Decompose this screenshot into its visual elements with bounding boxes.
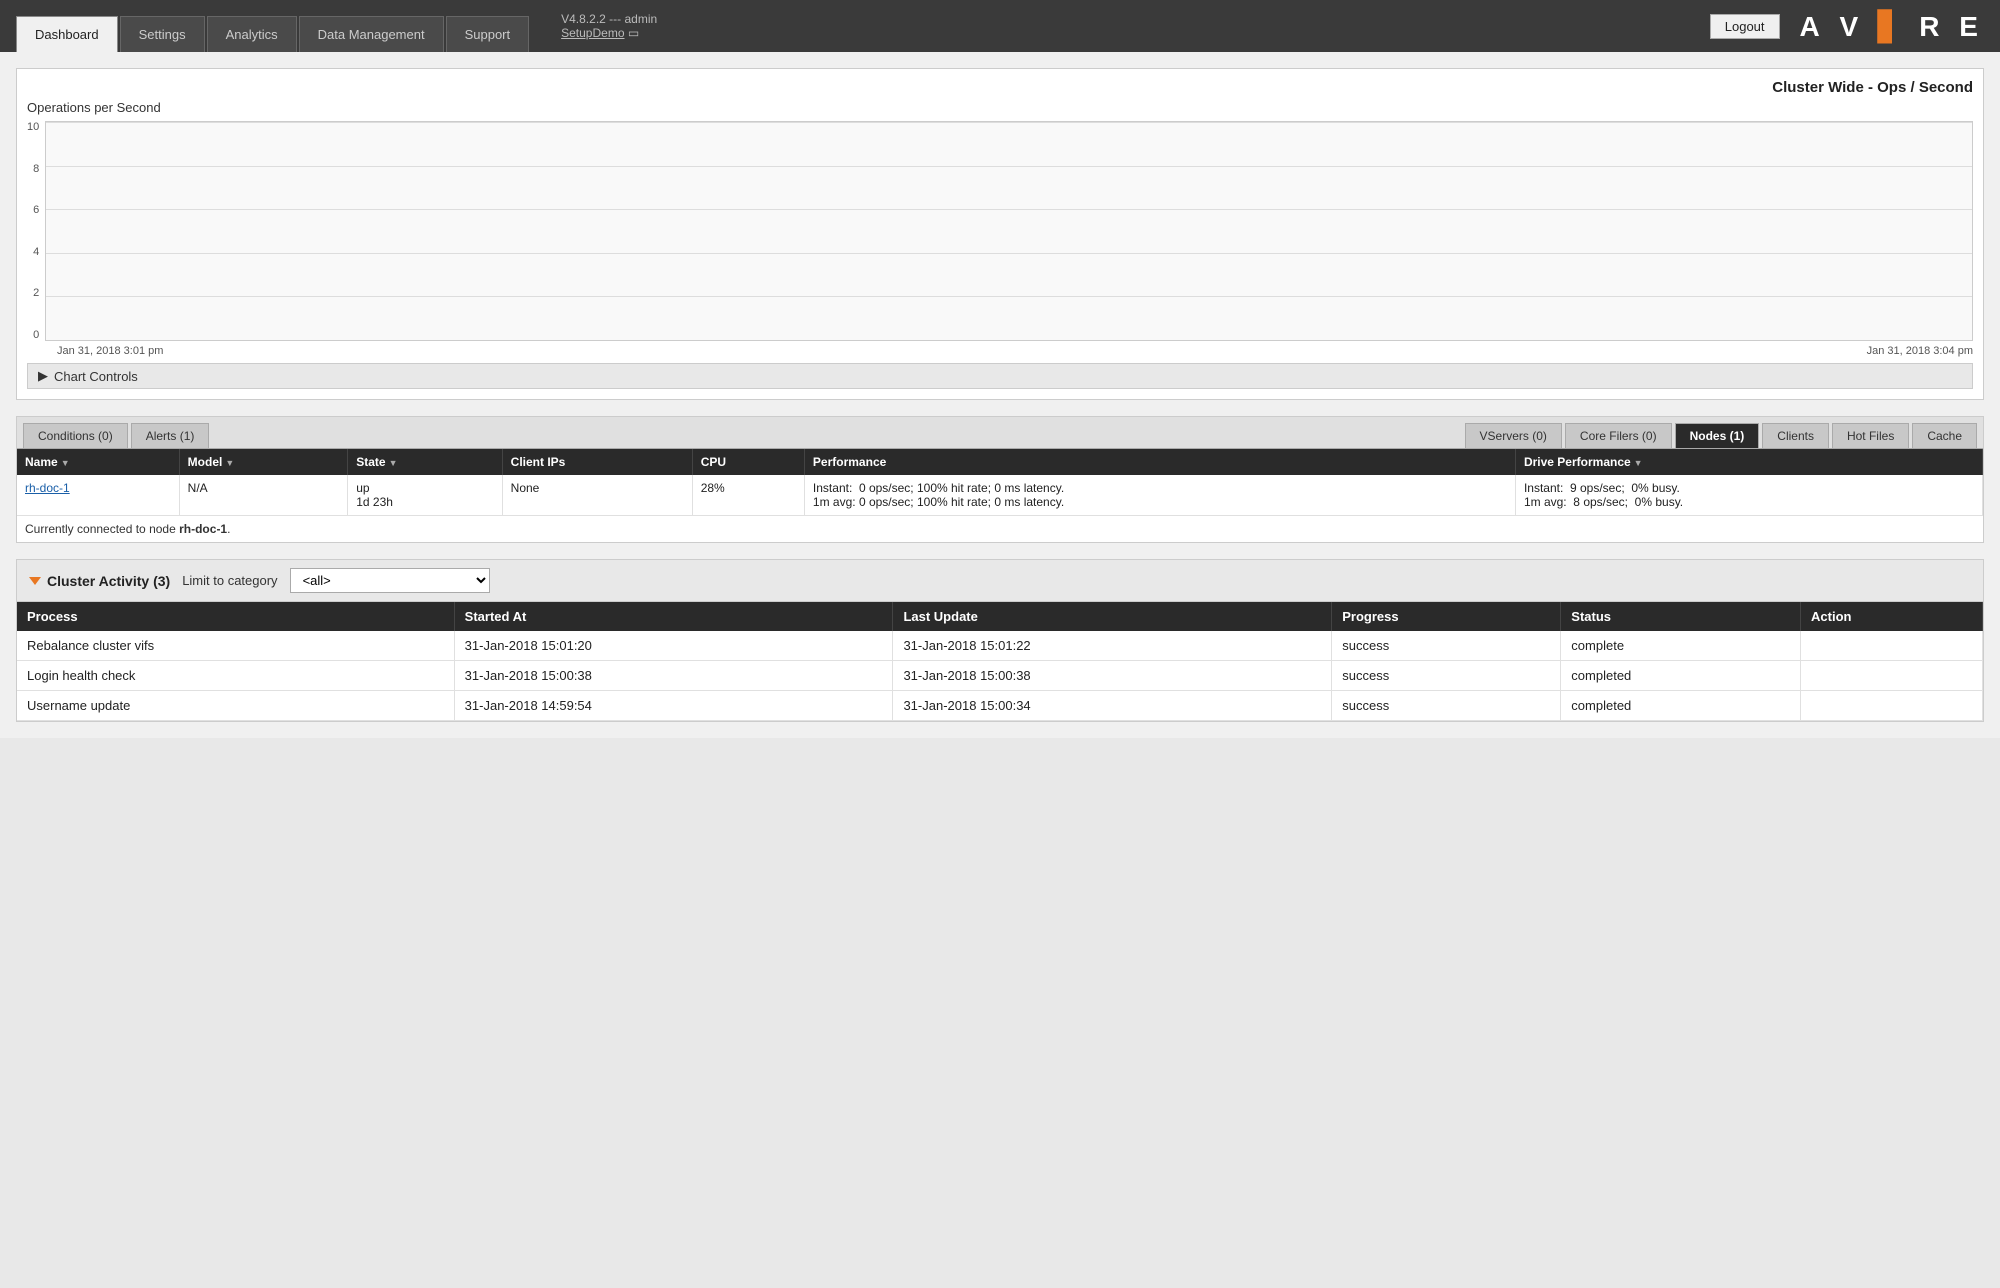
chart-controls-label: Chart Controls [54,369,138,384]
cell-drive-performance: Instant: 9 ops/sec; 0% busy.1m avg: 8 op… [1515,475,1982,516]
version-info: V4.8.2.2 --- admin SetupDemo ▭ [561,12,657,40]
activity-process-1: Rebalance cluster vifs [17,631,454,661]
activity-table: Process Started At Last Update Progress … [17,602,1983,721]
activity-row-2: Login health check 31-Jan-2018 15:00:38 … [17,661,1983,691]
chart-area [45,121,1973,341]
activity-header: Cluster Activity (3) Limit to category <… [17,560,1983,602]
cell-cpu: 28% [692,475,804,516]
activity-progress-1: success [1332,631,1561,661]
activity-progress-2: success [1332,661,1561,691]
activity-updated-2: 31-Jan-2018 15:00:38 [893,661,1332,691]
chart-controls-triangle: ▶ [38,368,48,384]
connected-node: rh-doc-1 [179,522,227,536]
x-label-end: Jan 31, 2018 3:04 pm [1867,345,1973,357]
chart-wide-title: Cluster Wide - Ops / Second [27,79,1973,96]
header: Dashboard Settings Analytics Data Manage… [0,0,2000,52]
activity-action-1 [1801,631,1983,661]
chart-container: 10 8 6 4 2 0 [27,121,1973,341]
y-label-10: 10 [27,121,39,133]
activity-process-2: Login health check [17,661,454,691]
logout-button[interactable]: Logout [1710,14,1780,39]
tab-support[interactable]: Support [446,16,530,52]
activity-section: Cluster Activity (3) Limit to category <… [16,559,1984,722]
activity-process-3: Username update [17,691,454,721]
y-label-4: 4 [33,246,39,258]
activity-started-2: 31-Jan-2018 15:00:38 [454,661,893,691]
nodes-table: Name▼ Model▼ State▼ Client IPs CPU Perfo… [17,449,1983,516]
connected-message: Currently connected to node rh-doc-1. [17,516,1983,542]
tab-settings[interactable]: Settings [120,16,205,52]
chart-controls[interactable]: ▶ Chart Controls [27,363,1973,389]
y-label-2: 2 [33,287,39,299]
sort-state-icon[interactable]: ▼ [389,458,398,468]
chart-y-axis: 10 8 6 4 2 0 [27,121,45,341]
chart-x-labels: Jan 31, 2018 3:01 pm Jan 31, 2018 3:04 p… [27,345,1973,357]
tab-clients[interactable]: Clients [1762,423,1829,448]
cell-model: N/A [179,475,348,516]
node-link[interactable]: rh-doc-1 [25,481,70,495]
nav-tabs: Dashboard Settings Analytics Data Manage… [16,0,531,52]
limit-label: Limit to category [182,573,277,588]
col-client-ips: Client IPs [502,449,692,475]
activity-status-3: completed [1561,691,1801,721]
col-model: Model▼ [179,449,348,475]
col-action: Action [1801,602,1983,631]
x-label-start: Jan 31, 2018 3:01 pm [57,345,163,357]
tab-nodes[interactable]: Nodes (1) [1675,423,1760,448]
sort-model-icon[interactable]: ▼ [225,458,234,468]
cell-name: rh-doc-1 [17,475,179,516]
col-drive-performance: Drive Performance▼ [1515,449,1982,475]
col-process: Process [17,602,454,631]
version-text: V4.8.2.2 --- admin [561,12,657,26]
tab-dashboard[interactable]: Dashboard [16,16,118,52]
activity-progress-3: success [1332,691,1561,721]
logo-highlight: ▋ [1878,11,1906,42]
activity-row-3: Username update 31-Jan-2018 14:59:54 31-… [17,691,1983,721]
category-select[interactable]: <all> rebalance login update [290,568,490,593]
activity-status-1: complete [1561,631,1801,661]
y-label-6: 6 [33,204,39,216]
col-cpu: CPU [692,449,804,475]
tab-conditions[interactable]: Conditions (0) [23,423,128,448]
tab-vservers[interactable]: VServers (0) [1465,423,1562,448]
activity-started-1: 31-Jan-2018 15:01:20 [454,631,893,661]
cell-client-ips: None [502,475,692,516]
activity-status-2: completed [1561,661,1801,691]
collapse-triangle-icon[interactable] [29,577,41,585]
col-status: Status [1561,602,1801,631]
tab-data-management[interactable]: Data Management [299,16,444,52]
col-name: Name▼ [17,449,179,475]
tabs-section: Conditions (0) Alerts (1) VServers (0) C… [16,416,1984,543]
chart-ops-label: Operations per Second [27,100,1973,115]
activity-updated-1: 31-Jan-2018 15:01:22 [893,631,1332,661]
cell-state: up1d 23h [348,475,502,516]
main-content: Cluster Wide - Ops / Second Operations p… [0,52,2000,738]
activity-row-1: Rebalance cluster vifs 31-Jan-2018 15:01… [17,631,1983,661]
sort-drive-icon[interactable]: ▼ [1634,458,1643,468]
activity-action-2 [1801,661,1983,691]
activity-started-3: 31-Jan-2018 14:59:54 [454,691,893,721]
activity-action-3 [1801,691,1983,721]
col-progress: Progress [1332,602,1561,631]
tab-analytics[interactable]: Analytics [207,16,297,52]
section-tabs-bar: Conditions (0) Alerts (1) VServers (0) C… [17,417,1983,449]
tab-cache[interactable]: Cache [1912,423,1977,448]
col-performance: Performance [804,449,1515,475]
setup-demo-link[interactable]: SetupDemo [561,26,624,40]
sort-name-icon[interactable]: ▼ [61,458,70,468]
tab-alerts[interactable]: Alerts (1) [131,423,210,448]
col-state: State▼ [348,449,502,475]
activity-title: Cluster Activity (3) [29,573,170,589]
col-started-at: Started At [454,602,893,631]
logo: A V ▋ R E [1800,10,1984,43]
chart-section: Cluster Wide - Ops / Second Operations p… [16,68,1984,400]
table-row: rh-doc-1 N/A up1d 23h None 28% Instant: … [17,475,1983,516]
tab-hot-files[interactable]: Hot Files [1832,423,1909,448]
y-label-0: 0 [33,329,39,341]
cell-performance: Instant: 0 ops/sec; 100% hit rate; 0 ms … [804,475,1515,516]
tab-core-filers[interactable]: Core Filers (0) [1565,423,1672,448]
col-last-update: Last Update [893,602,1332,631]
y-label-8: 8 [33,163,39,175]
activity-updated-3: 31-Jan-2018 15:00:34 [893,691,1332,721]
